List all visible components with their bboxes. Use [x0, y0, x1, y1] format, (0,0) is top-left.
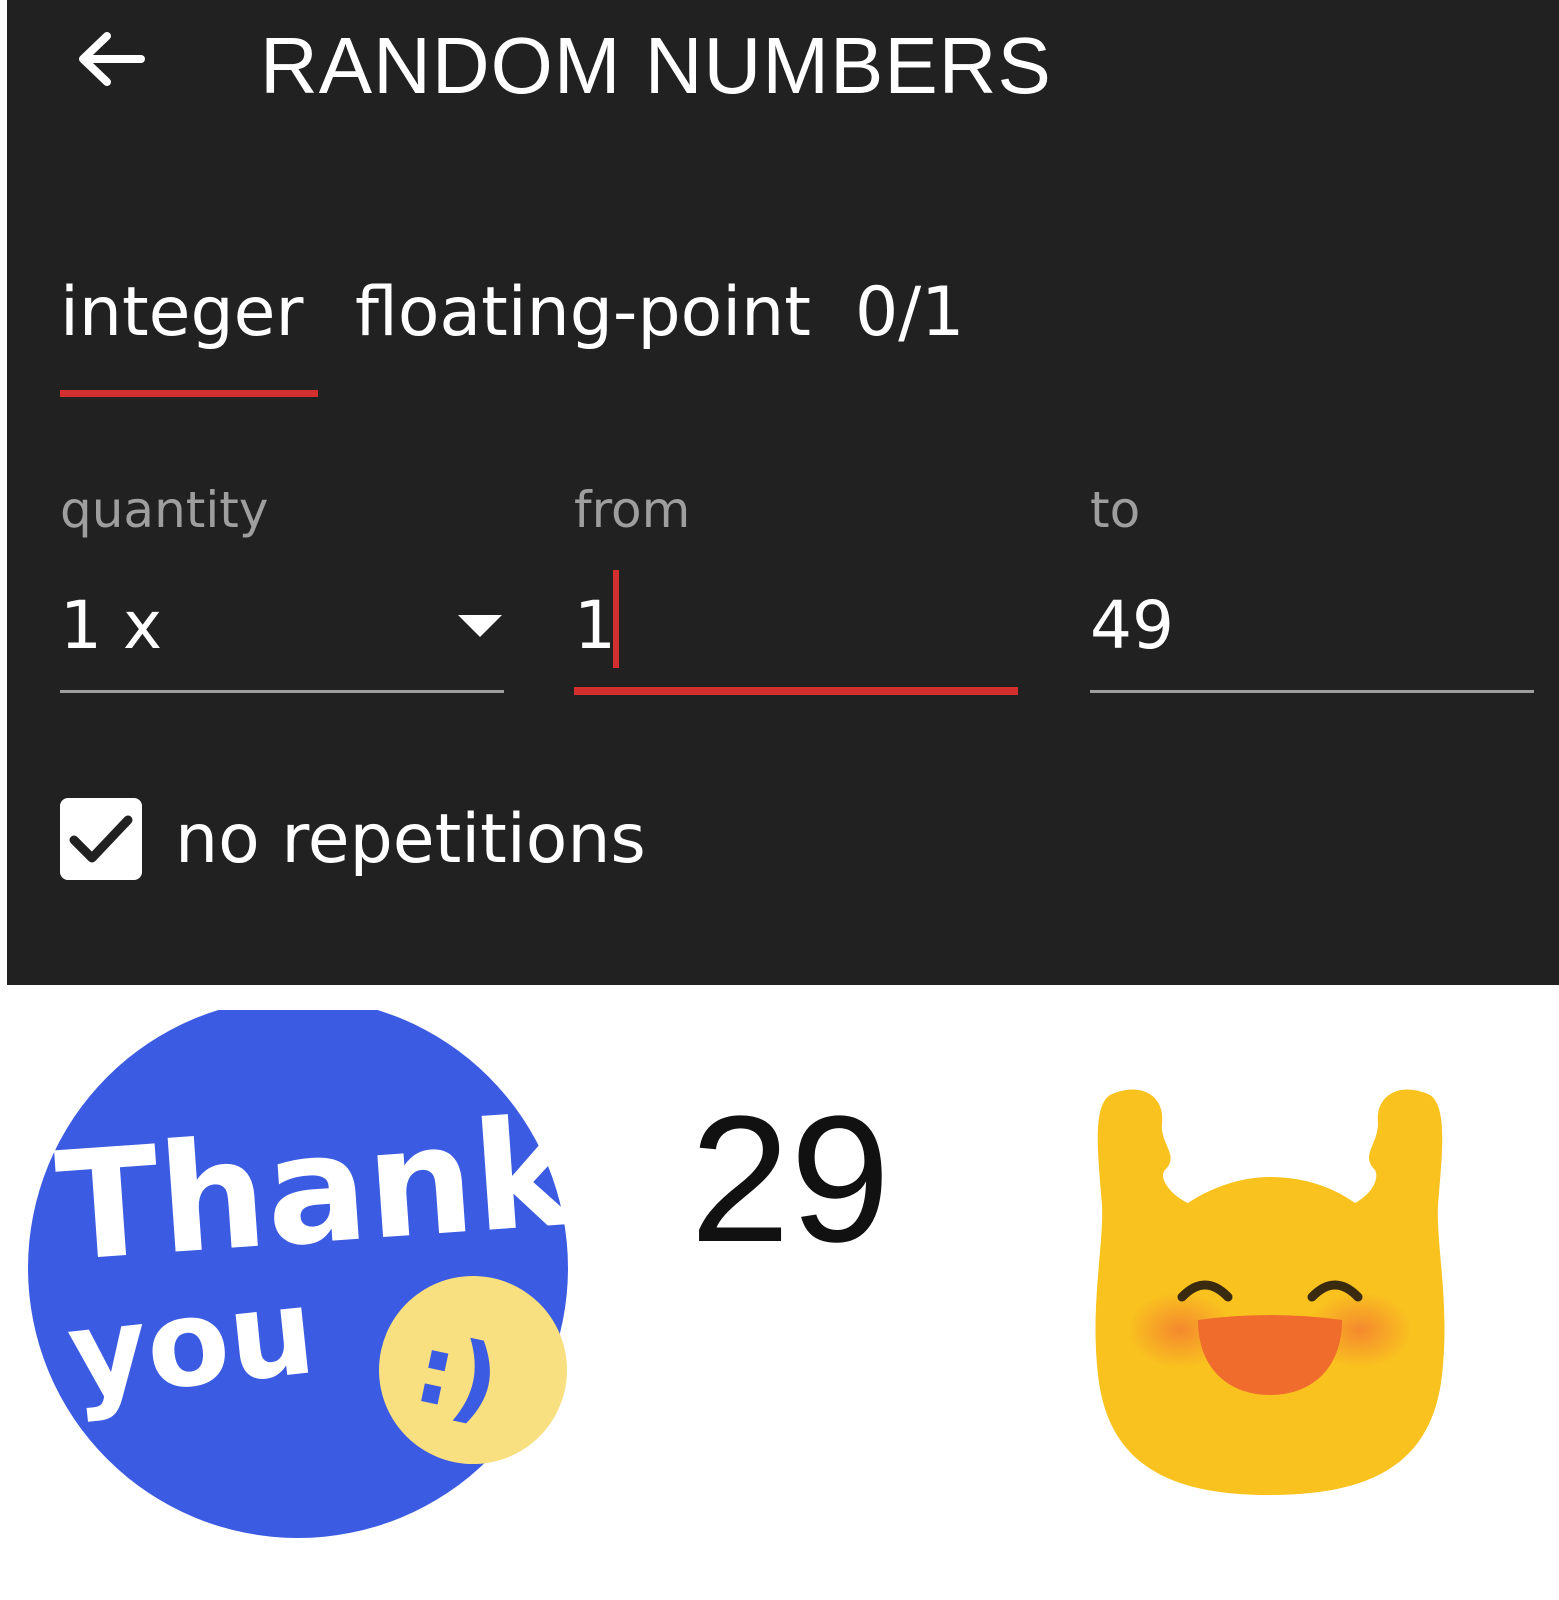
- page-title: RANDOM NUMBERS: [260, 21, 1052, 110]
- dropdown-arrow-icon: [458, 615, 502, 637]
- no-repetitions-label: no repetitions: [175, 800, 646, 879]
- from-input[interactable]: 1: [574, 570, 1018, 680]
- to-value: 49: [1090, 587, 1174, 664]
- tab-floating-point[interactable]: floating-point: [355, 273, 811, 353]
- to-label: to: [1090, 481, 1141, 539]
- sticker-text-thank: Thank: [51, 1086, 582, 1296]
- settings-panel: RANDOM NUMBERS integer floating-point 0/…: [7, 0, 1559, 985]
- from-value: 1: [574, 587, 616, 664]
- text-cursor: [613, 570, 619, 668]
- thank-you-sticker[interactable]: Thank you :): [18, 998, 588, 1540]
- generated-number: 29: [690, 1079, 891, 1280]
- checkmark-icon: [69, 815, 133, 863]
- sticker-text-you: you: [62, 1262, 321, 1426]
- arrow-left-icon: [79, 32, 145, 86]
- to-input[interactable]: 49: [1090, 570, 1534, 680]
- quantity-dropdown[interactable]: 1 x: [60, 580, 504, 680]
- to-underline: [1090, 690, 1534, 693]
- quantity-value: 1 x: [60, 587, 163, 664]
- quantity-label: quantity: [60, 481, 269, 539]
- no-repetitions-checkbox[interactable]: [60, 798, 142, 880]
- raising-hands-emoji[interactable]: [1070, 1085, 1470, 1505]
- thank-you-sticker-image: Thank you :): [28, 998, 582, 1538]
- tab-integer[interactable]: integer: [60, 273, 303, 353]
- active-tab-indicator: [60, 390, 318, 397]
- app-screen: RANDOM NUMBERS integer floating-point 0/…: [0, 0, 1559, 1600]
- raising-hands-emoji-image: [1095, 1089, 1445, 1495]
- from-label: from: [574, 481, 691, 539]
- quantity-underline: [60, 690, 504, 693]
- back-button[interactable]: [71, 22, 151, 102]
- from-underline-focused: [574, 687, 1018, 695]
- tab-zero-one[interactable]: 0/1: [855, 273, 964, 353]
